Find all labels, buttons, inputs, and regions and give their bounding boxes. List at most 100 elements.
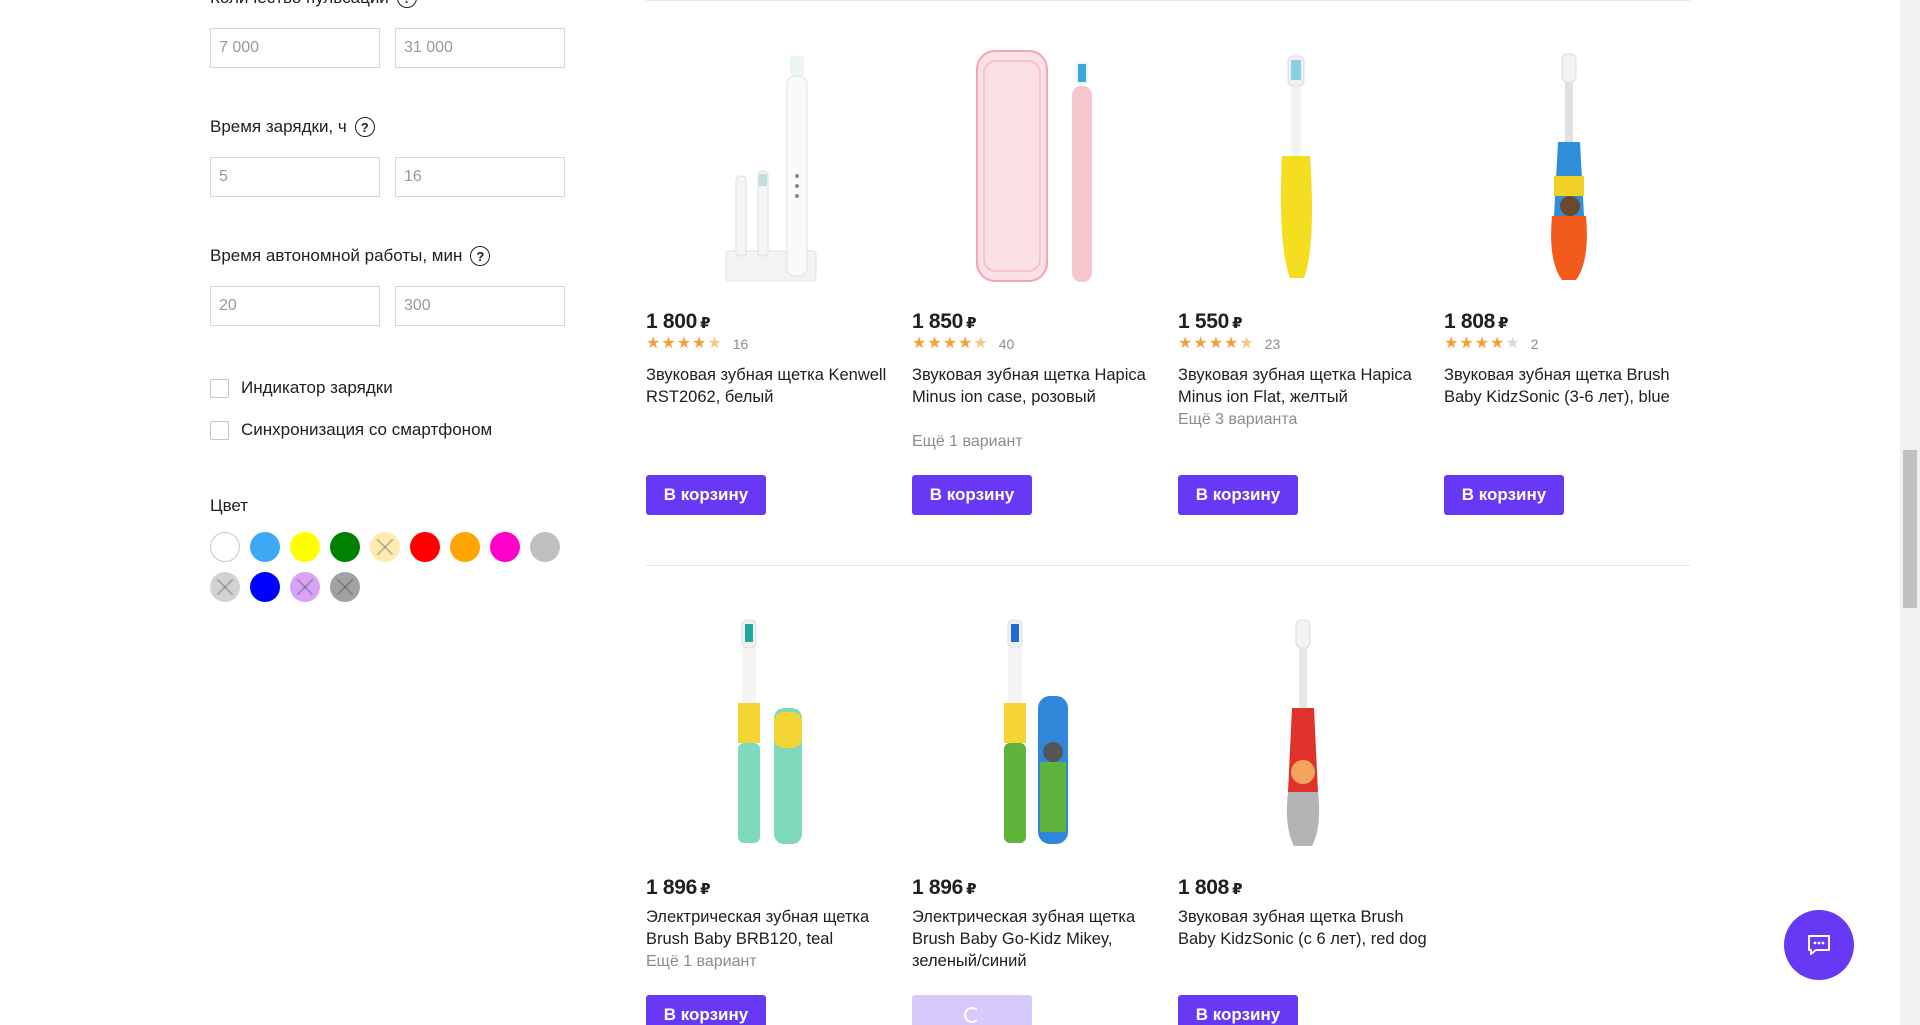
product-image-kids-toothbrush-blue[interactable] bbox=[1444, 46, 1694, 286]
star-empty-icon: ★ bbox=[1505, 335, 1520, 352]
add-to-cart-button[interactable]: В корзину bbox=[646, 995, 766, 1025]
product-card[interactable]: 1 896 ₽ Электрическая зубная щетка Brush … bbox=[646, 612, 896, 1025]
pulsations-max-input[interactable] bbox=[395, 28, 565, 68]
product-title[interactable]: Звуковая зубная щетка Kenwell RST2062, б… bbox=[646, 364, 896, 408]
help-icon[interactable]: ? bbox=[470, 246, 491, 266]
product-card[interactable]: 1 808 ₽ Звуковая зубная щетка Brush Baby … bbox=[1178, 612, 1428, 1025]
product-price: 1 808 ₽ bbox=[1444, 310, 1509, 333]
star-icon: ★ bbox=[927, 335, 942, 352]
color-swatch-gray[interactable] bbox=[530, 532, 560, 562]
star-icon: ★ bbox=[1178, 335, 1193, 352]
product-title[interactable]: Электрическая зубная щетка Brush Baby BR… bbox=[646, 906, 896, 950]
star-half-icon: ★ bbox=[973, 335, 988, 352]
product-card[interactable]: 1 550 ₽ ★ ★ ★ ★ ★ 23 Звуковая зубная щетка Ha… bbox=[1178, 46, 1428, 515]
color-swatch-yellow[interactable] bbox=[290, 532, 320, 562]
add-to-cart-button-loading[interactable] bbox=[912, 995, 1032, 1025]
color-swatch-light-blue[interactable] bbox=[250, 532, 280, 562]
star-icon: ★ bbox=[1208, 335, 1224, 352]
chat-icon bbox=[1808, 935, 1830, 955]
more-variants-link[interactable]: Ещё 3 варианта bbox=[1178, 411, 1297, 429]
product-image-pink-toothbrush[interactable] bbox=[912, 46, 1162, 286]
product-image-yellow-toothbrush[interactable] bbox=[1178, 46, 1428, 286]
color-swatch-dark-gray bbox=[330, 572, 360, 602]
add-to-cart-button[interactable]: В корзину bbox=[912, 475, 1032, 515]
color-swatch-orange[interactable] bbox=[450, 532, 480, 562]
product-image-green-blue-toothbrush[interactable] bbox=[912, 612, 1162, 852]
checkbox-box[interactable] bbox=[210, 378, 229, 398]
more-variants-link[interactable]: Ещё 1 вариант bbox=[912, 433, 1023, 451]
color-swatch-pink[interactable] bbox=[490, 532, 520, 562]
color-swatch-blue[interactable] bbox=[250, 572, 280, 602]
product-rating: ★ ★ ★ ★ ★ 40 bbox=[912, 335, 1015, 353]
star-icon: ★ bbox=[942, 335, 958, 352]
charge-time-range bbox=[210, 157, 565, 197]
product-price: 1 800 ₽ bbox=[646, 310, 711, 333]
color-swatches bbox=[210, 532, 570, 602]
product-title[interactable]: Звуковая зубная щетка Hapica Minus ion c… bbox=[912, 364, 1162, 408]
star-icon: ★ bbox=[1490, 335, 1505, 352]
star-icon: ★ bbox=[1193, 335, 1208, 352]
star-icon: ★ bbox=[912, 335, 927, 352]
add-to-cart-button[interactable]: В корзину bbox=[1444, 475, 1564, 515]
star-icon: ★ bbox=[1474, 335, 1490, 352]
product-rating: ★ ★ ★ ★ ★ 23 bbox=[1178, 335, 1280, 353]
filter-title-pulsations: Количество пульсаций ? bbox=[210, 0, 417, 8]
color-swatch-white[interactable] bbox=[210, 532, 240, 562]
autonomy-min-input[interactable] bbox=[210, 286, 380, 326]
add-to-cart-button[interactable]: В корзину bbox=[1178, 995, 1298, 1025]
product-price: 1 896 ₽ bbox=[646, 876, 711, 899]
product-image-white-toothbrush[interactable] bbox=[646, 46, 896, 286]
add-to-cart-button[interactable]: В корзину bbox=[1178, 475, 1298, 515]
scrollbar-thumb[interactable] bbox=[1903, 450, 1917, 608]
help-icon[interactable]: ? bbox=[354, 117, 375, 137]
checkbox-box[interactable] bbox=[210, 420, 229, 440]
product-image-red-toothbrush[interactable] bbox=[1178, 612, 1428, 852]
star-icon: ★ bbox=[661, 335, 676, 352]
color-swatch-red[interactable] bbox=[410, 532, 440, 562]
product-rating: ★ ★ ★ ★ ★ 2 bbox=[1444, 335, 1539, 353]
product-card[interactable]: 1 896 ₽ Электрическая зубная щетка Brush … bbox=[912, 612, 1162, 1025]
row-divider bbox=[646, 0, 1690, 1]
product-price: 1 850 ₽ bbox=[912, 310, 977, 333]
charge-time-max-input[interactable] bbox=[395, 157, 565, 197]
row-divider bbox=[646, 565, 1690, 566]
color-swatch-light-yellow bbox=[370, 532, 400, 562]
pulsations-range bbox=[210, 28, 565, 68]
page-scrollbar[interactable] bbox=[1900, 0, 1920, 1025]
product-card[interactable]: 1 800 ₽ ★ ★ ★ ★ ★ 16 Звуковая зубная щетка Ke… bbox=[646, 46, 896, 515]
star-icon: ★ bbox=[958, 335, 973, 352]
autonomy-range bbox=[210, 286, 565, 326]
product-card[interactable]: 1 808 ₽ ★ ★ ★ ★ ★ 2 Звуковая зубная щетка Bru… bbox=[1444, 46, 1694, 515]
product-price: 1 808 ₽ bbox=[1178, 876, 1243, 899]
more-variants-link[interactable]: Ещё 1 вариант bbox=[646, 953, 757, 971]
chat-button[interactable] bbox=[1784, 910, 1854, 980]
product-card[interactable]: 1 850 ₽ ★ ★ ★ ★ ★ 40 Звуковая зубная щетка Ha… bbox=[912, 46, 1162, 515]
help-icon[interactable]: ? bbox=[396, 0, 417, 8]
product-image-teal-toothbrush[interactable] bbox=[646, 612, 896, 852]
color-swatch-silver bbox=[210, 572, 240, 602]
charge-time-min-input[interactable] bbox=[210, 157, 380, 197]
color-swatch-violet bbox=[290, 572, 320, 602]
add-to-cart-button[interactable]: В корзину bbox=[646, 475, 766, 515]
star-half-icon: ★ bbox=[707, 335, 722, 352]
autonomy-max-input[interactable] bbox=[395, 286, 565, 326]
product-title[interactable]: Звуковая зубная щетка Brush Baby KidzSon… bbox=[1444, 364, 1694, 408]
product-rating: ★ ★ ★ ★ ★ 16 bbox=[646, 335, 748, 353]
review-count: 2 bbox=[1530, 336, 1539, 352]
star-icon: ★ bbox=[1444, 335, 1459, 352]
filter-title-charge-time: Время зарядки, ч ? bbox=[210, 117, 375, 137]
review-count: 40 bbox=[998, 336, 1015, 352]
pulsations-min-input[interactable] bbox=[210, 28, 380, 68]
product-title[interactable]: Электрическая зубная щетка Brush Baby Go… bbox=[912, 906, 1162, 972]
checkbox-charge-indicator[interactable]: Индикатор зарядки bbox=[210, 378, 393, 398]
color-swatch-green[interactable] bbox=[330, 532, 360, 562]
filter-title-color: Цвет bbox=[210, 496, 249, 515]
product-title[interactable]: Звуковая зубная щетка Hapica Minus ion F… bbox=[1178, 364, 1428, 408]
checkbox-smartphone-sync[interactable]: Синхронизация со смартфоном bbox=[210, 420, 492, 440]
star-half-icon: ★ bbox=[1239, 335, 1254, 352]
star-icon: ★ bbox=[1459, 335, 1474, 352]
product-title[interactable]: Звуковая зубная щетка Brush Baby KidzSon… bbox=[1178, 906, 1428, 950]
star-icon: ★ bbox=[646, 335, 661, 352]
spinner-icon bbox=[964, 1007, 980, 1023]
star-icon: ★ bbox=[692, 335, 707, 352]
